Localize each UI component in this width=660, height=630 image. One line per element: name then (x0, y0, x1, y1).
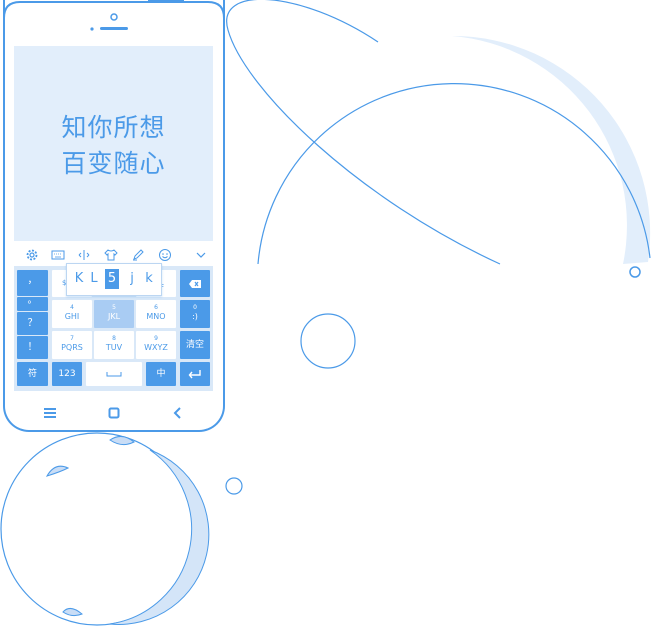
backspace-icon (189, 279, 201, 288)
key-period[interactable]: 。 (17, 295, 48, 311)
key-5-num: 5 (112, 304, 116, 311)
key-9-wxyz[interactable]: 9 WXYZ (136, 331, 176, 359)
delete-key[interactable] (180, 270, 210, 297)
number-key-label: 123 (58, 369, 76, 379)
language-key[interactable]: 中 (146, 362, 176, 386)
key-question[interactable]: ？ (17, 312, 48, 335)
key-6-num: 6 (154, 304, 158, 311)
key-4-ghi[interactable]: 4 GHI (52, 300, 92, 328)
key-8-letters: TUV (105, 343, 123, 352)
number-key[interactable]: 123 (52, 362, 82, 386)
popup-letter-1[interactable]: K (72, 269, 86, 289)
gear-icon[interactable] (21, 245, 43, 265)
key-0-letters: :) (192, 312, 198, 321)
key-4-letters: GHI (64, 312, 80, 321)
chevron-down-icon[interactable] (190, 245, 212, 265)
phone-sensor (110, 13, 118, 21)
keyboard-icon[interactable] (47, 245, 69, 265)
key-0-smiley[interactable]: 0 :) (180, 300, 210, 328)
key-exclaim-label: ！ (27, 342, 38, 353)
key-7-pqrs[interactable]: 7 PQRS (52, 331, 92, 359)
popup-letter-5[interactable]: k (142, 269, 156, 289)
key-9-num: 9 (154, 335, 158, 342)
popup-letter-2[interactable]: L (87, 269, 101, 289)
space-bar-icon (106, 372, 122, 377)
popup-letter-4[interactable]: j (125, 269, 139, 289)
key-exclaim[interactable]: ！ (17, 336, 48, 359)
space-key[interactable] (86, 362, 142, 386)
emoji-icon[interactable] (154, 245, 176, 265)
tiny-planet (225, 477, 243, 495)
keyboard-toolbar (14, 245, 213, 265)
key-8-tuv[interactable]: 8 TUV (94, 331, 134, 359)
key-9-letters: WXYZ (144, 343, 168, 352)
key-comma-label: ， (27, 275, 38, 286)
phone-nav-bar (14, 400, 213, 426)
key-0-num: 0 (193, 304, 197, 311)
home-icon[interactable] (104, 404, 124, 422)
key-6-letters: MNO (146, 312, 166, 321)
phone-camera (90, 27, 94, 31)
key-7-num: 7 (70, 335, 74, 342)
slogan-line-1: 知你所想 (61, 113, 166, 142)
tshirt-skin-icon[interactable] (100, 245, 122, 265)
key-period-label: 。 (27, 295, 38, 306)
back-icon[interactable] (168, 404, 188, 422)
clear-key-label: 清空 (185, 340, 204, 350)
slogan: 知你所想 百变随心 (14, 110, 213, 182)
language-key-label: 中 (156, 369, 166, 379)
key-comma[interactable]: ， (17, 270, 48, 296)
key-5-jkl[interactable]: 5 JKL (94, 300, 134, 328)
key-4-num: 4 (70, 304, 74, 311)
key-8-num: 8 (112, 335, 116, 342)
key-5-letters: JKL (107, 312, 121, 321)
cursor-move-icon[interactable] (73, 245, 95, 265)
popup-letter-3-selected[interactable]: 5 (105, 269, 119, 289)
enter-key[interactable] (180, 362, 210, 386)
symbol-key[interactable]: 符 (17, 362, 48, 386)
slogan-line-2: 百变随心 (61, 149, 166, 178)
phone-speaker (100, 27, 128, 30)
clear-key[interactable]: 清空 (180, 331, 210, 359)
menu-icon[interactable] (40, 404, 60, 422)
enter-icon (188, 370, 201, 379)
key-6-mno[interactable]: 6 MNO (136, 300, 176, 328)
orbit-dot (629, 266, 641, 278)
key-7-letters: PQRS (61, 343, 83, 352)
symbol-key-label: 符 (27, 369, 37, 379)
key-question-label: ？ (27, 318, 38, 329)
pen-handwrite-icon[interactable] (127, 245, 149, 265)
